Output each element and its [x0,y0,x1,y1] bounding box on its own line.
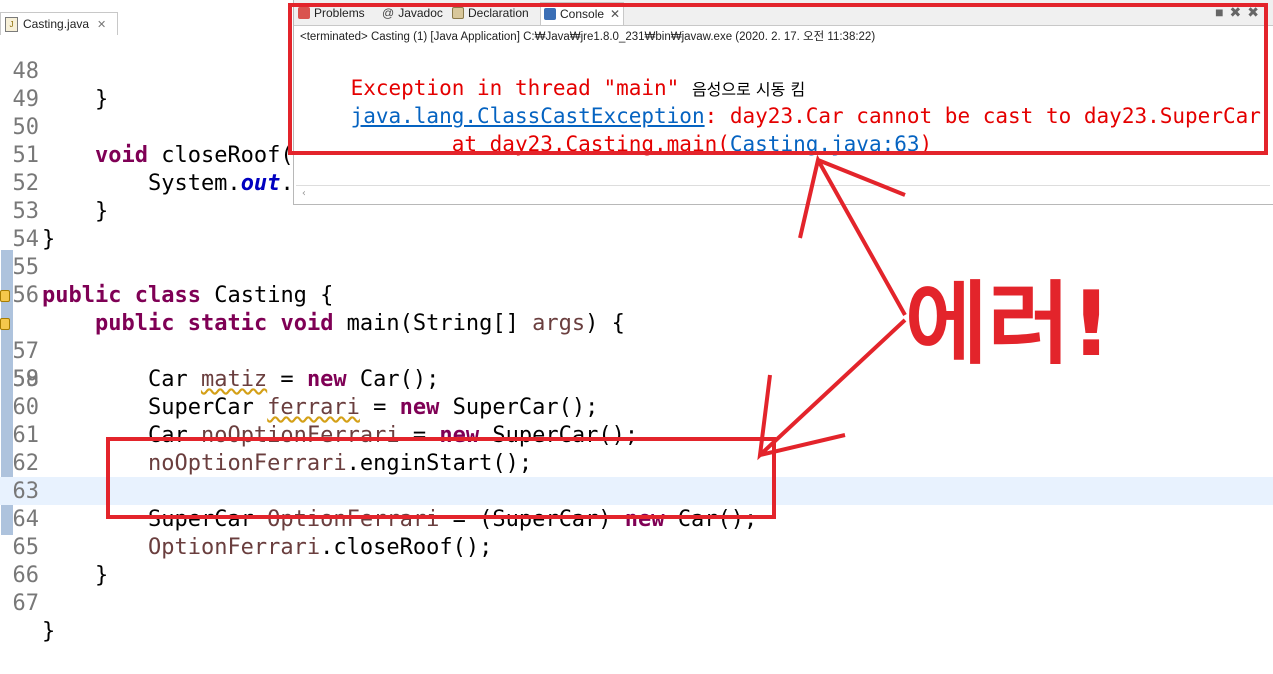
arrow-to-code [757,318,907,461]
error-annotation-text: 에러! [905,272,1112,377]
arrow-to-console [798,154,907,316]
code-text: } [42,619,56,644]
